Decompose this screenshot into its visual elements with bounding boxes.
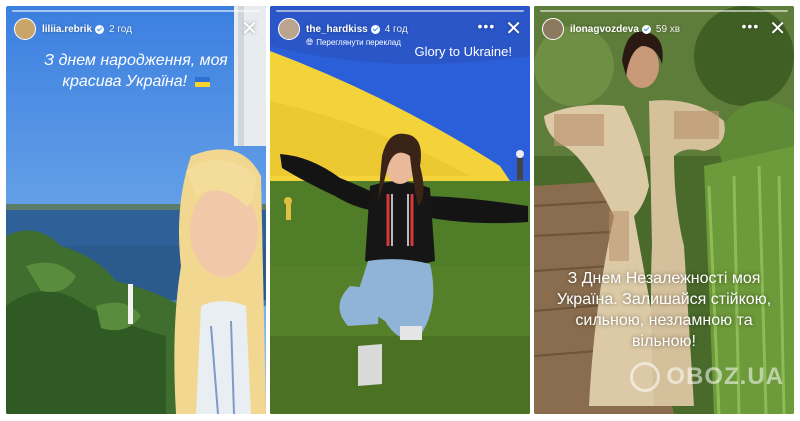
verified-badge-icon	[370, 24, 380, 34]
story-progress-bar	[12, 10, 260, 12]
ukraine-flag-icon	[194, 76, 210, 87]
more-options-icon[interactable]: •••	[478, 19, 496, 37]
story-username[interactable]: liliia.rebrik	[42, 24, 92, 35]
avatar-icon[interactable]	[542, 18, 564, 40]
story-username[interactable]: the_hardkiss	[306, 24, 368, 35]
story-time: 4 год	[384, 23, 408, 35]
avatar-icon[interactable]	[14, 18, 36, 40]
close-icon[interactable]: ✕	[241, 19, 258, 39]
story-time: 2 год	[109, 23, 132, 35]
watermark-text: OBOZ.UA	[666, 363, 784, 390]
verified-badge-icon	[95, 24, 105, 34]
story-photo	[270, 6, 530, 414]
story-photo	[534, 6, 794, 414]
close-icon[interactable]: ✕	[505, 19, 522, 39]
story-progress-bar	[540, 10, 788, 12]
oboz-logo-icon	[630, 362, 661, 392]
oboz-watermark: OBOZ.UA	[630, 362, 784, 392]
avatar-icon[interactable]	[278, 18, 300, 40]
story-progress-bar	[276, 10, 524, 12]
story-username[interactable]: ilonagvozdeva	[570, 24, 639, 35]
more-options-icon[interactable]: •••	[742, 19, 760, 37]
story-card-liliia[interactable]: liliia.rebrik 2 год ✕ З днем народження,…	[6, 6, 266, 414]
close-icon[interactable]: ✕	[769, 19, 786, 39]
story-caption: Glory to Ukraine!	[414, 44, 512, 59]
story-card-ilona[interactable]: ilonagvozdeva 59 хв ••• ✕ З Днем Незалеж…	[534, 6, 794, 414]
translate-label: Переглянути переклад	[316, 38, 401, 47]
story-card-hardkiss[interactable]: the_hardkiss 4 год ••• ✕ 🌐︎ Переглянути …	[270, 6, 530, 414]
story-caption: З днем народження, моя красива Україна!	[16, 50, 256, 92]
see-translation-link[interactable]: 🌐︎ Переглянути переклад	[306, 37, 401, 48]
verified-badge-icon	[641, 24, 651, 34]
story-time: 59 хв	[655, 23, 681, 35]
globe-icon: 🌐︎	[306, 37, 314, 47]
story-caption: З Днем Незалежності моя Україна. Залишай…	[556, 270, 772, 350]
